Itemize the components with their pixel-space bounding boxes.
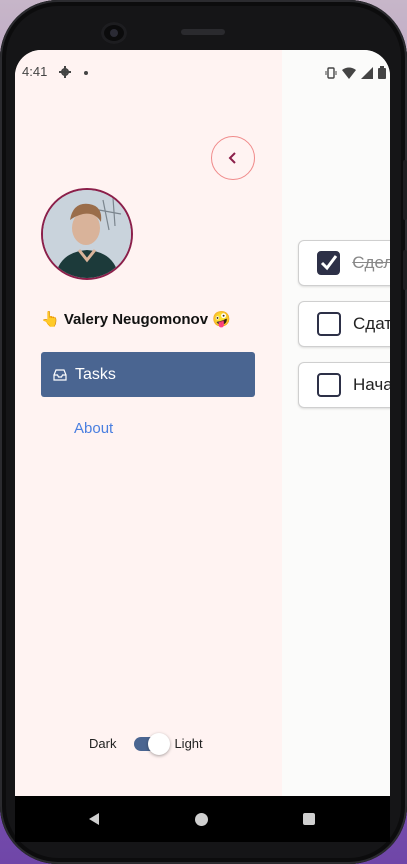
power-button [403,250,407,290]
notification-dot-icon [84,71,88,75]
task-checkbox[interactable] [317,251,341,275]
nav-item-tasks[interactable]: Tasks [41,352,255,397]
inbox-icon [53,368,67,381]
check-icon [320,255,338,271]
user-name: 👆 Valery Neugomonov 🤪 [41,311,231,328]
chevron-left-icon [228,152,236,164]
front-camera [101,22,127,44]
system-nav-bar [15,796,390,842]
theme-dark-label: Dark [89,736,117,751]
theme-light-label: Light [174,736,203,751]
close-drawer-button[interactable] [211,136,255,180]
back-triangle-icon[interactable] [87,812,101,826]
signal-icon [361,66,373,79]
gear-icon [59,66,71,78]
home-circle-icon[interactable] [195,813,208,826]
user-photo [43,190,131,278]
theme-toggle: Dark Light [89,732,203,755]
task-text: Сдать [353,314,390,333]
nav-item-label: Tasks [75,365,116,383]
task-text: Сделать [352,253,390,272]
main-content [282,50,390,796]
recents-square-icon[interactable] [303,813,315,825]
task-checkbox[interactable] [317,373,341,397]
task-checkbox[interactable] [317,312,341,336]
status-bar: 4:41 [15,64,390,84]
avatar [41,188,133,280]
status-icons [325,66,386,79]
wifi-icon [342,67,356,79]
task-item[interactable]: Сделать [298,240,390,286]
status-time: 4:41 [22,64,48,79]
earpiece-speaker [181,29,225,35]
vibrate-icon [325,66,337,79]
task-item[interactable]: Начать [298,362,390,408]
theme-switch[interactable] [134,732,171,755]
volume-button [403,160,407,220]
task-text: Начать [353,375,390,394]
screen: Az Сделать Сдать Начать 4:41 [15,50,390,796]
battery-icon [378,66,386,79]
theme-switch-knob[interactable] [148,732,171,755]
nav-item-about[interactable]: About [74,420,113,437]
task-item[interactable]: Сдать [298,301,390,347]
